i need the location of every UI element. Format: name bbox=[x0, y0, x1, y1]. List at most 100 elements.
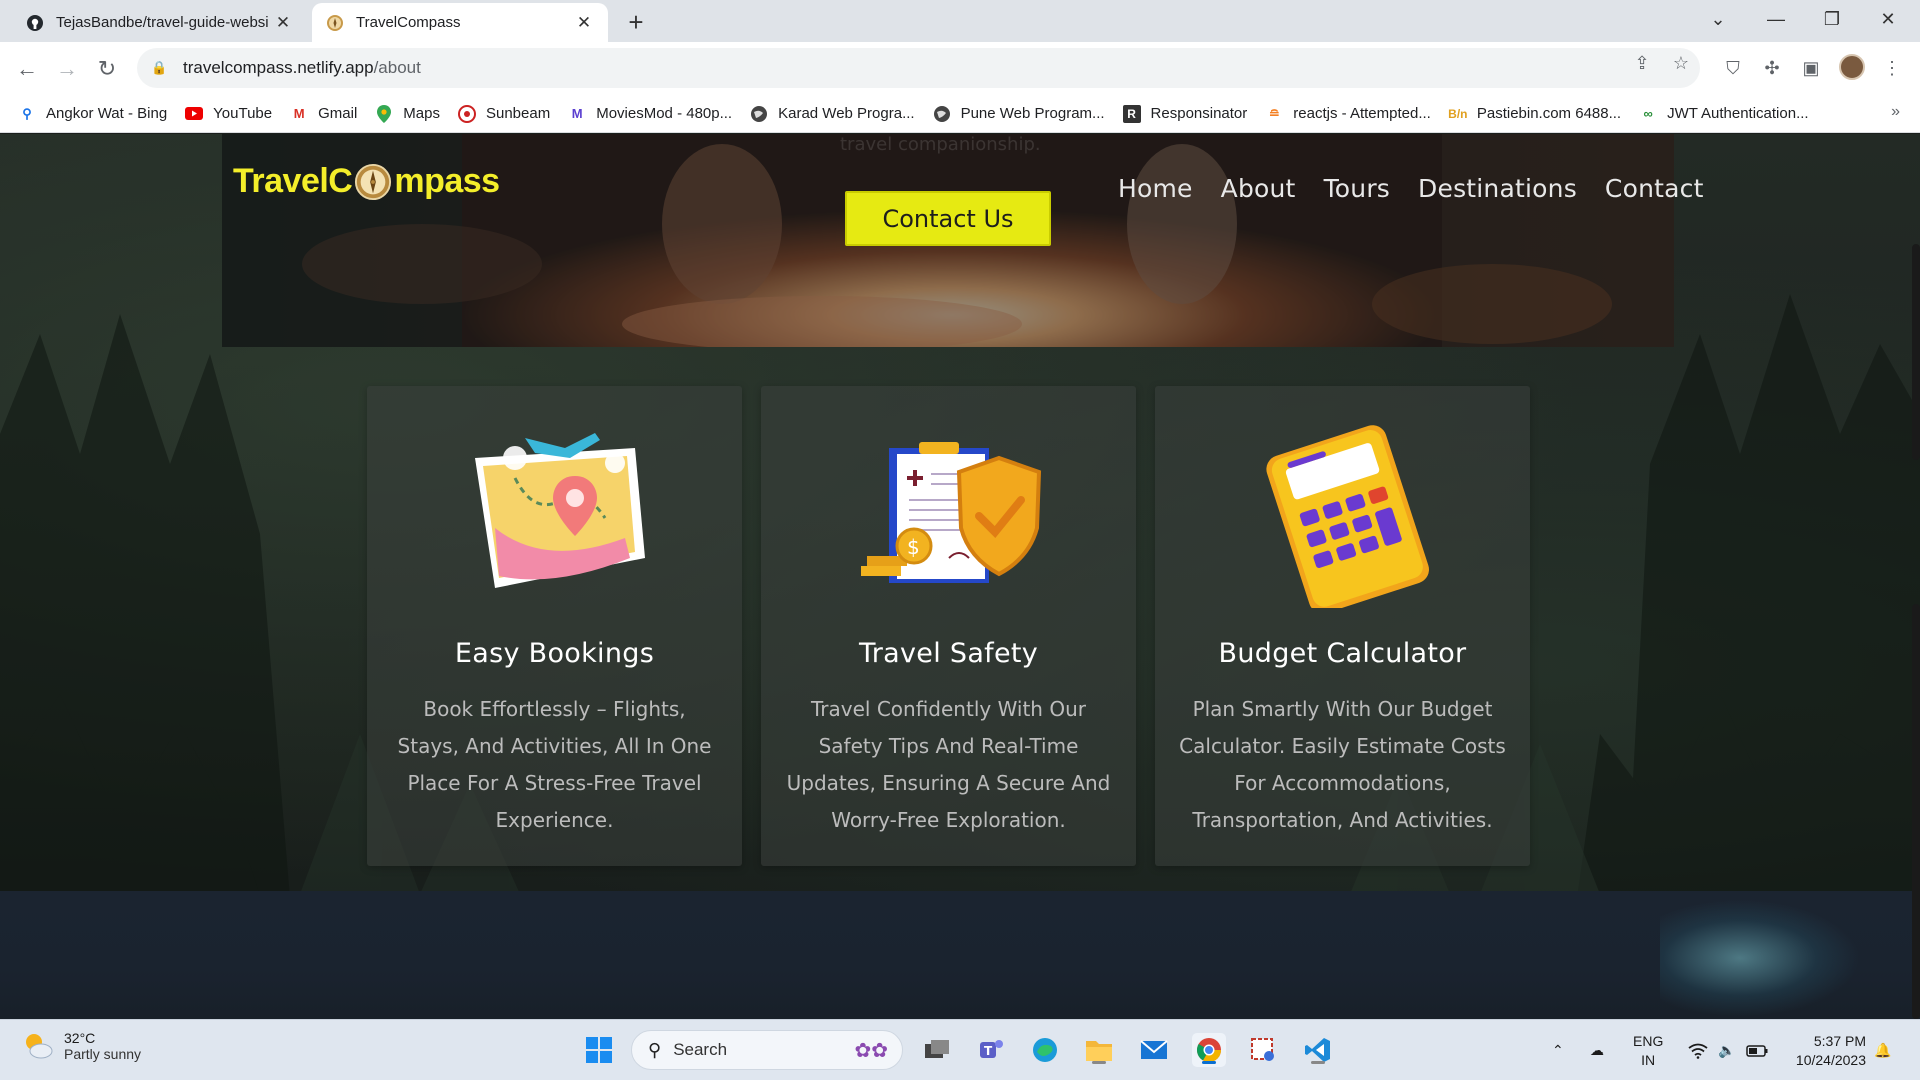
reload-icon[interactable]: ↻ bbox=[92, 54, 122, 84]
forward-arrow-icon[interactable]: → bbox=[52, 54, 82, 84]
bookmark-item[interactable]: R Responsinator bbox=[1122, 104, 1247, 123]
address-bar[interactable]: 🔒 travelcompass.netlify.app/about bbox=[137, 48, 1700, 88]
nav-destinations[interactable]: Destinations bbox=[1418, 174, 1577, 203]
mail-icon[interactable] bbox=[1137, 1033, 1171, 1067]
tab-title: TejasBandbe/travel-guide-websi bbox=[56, 14, 269, 31]
bookmarks-overflow-button[interactable]: » bbox=[1891, 103, 1900, 121]
windows-start-icon[interactable] bbox=[582, 1033, 616, 1067]
tab-github[interactable]: TejasBandbe/travel-guide-websi ✕ bbox=[12, 3, 307, 42]
minimize-icon[interactable]: — bbox=[1748, 0, 1804, 38]
menu-kebab-icon[interactable]: ⋮ bbox=[1880, 56, 1904, 80]
region-code: IN bbox=[1641, 1052, 1656, 1068]
wifi-icon[interactable] bbox=[1688, 1020, 1708, 1080]
weather-widget[interactable]: 32°C Partly sunny bbox=[22, 1030, 141, 1062]
feature-card-budget: Budget Calculator Plan Smartly With Our … bbox=[1155, 386, 1530, 866]
compass-favicon-icon bbox=[326, 14, 344, 32]
weather-temperature: 32°C bbox=[64, 1030, 96, 1046]
new-tab-button[interactable]: + bbox=[620, 6, 652, 38]
maps-icon bbox=[375, 104, 393, 123]
vscode-icon[interactable] bbox=[1301, 1033, 1335, 1067]
card-description: Plan Smartly With Our Budget Calculator.… bbox=[1179, 697, 1506, 832]
bookmark-item[interactable]: Maps bbox=[375, 104, 440, 123]
edge-browser-icon[interactable] bbox=[1028, 1033, 1062, 1067]
bookmark-item[interactable]: M Gmail bbox=[290, 105, 358, 123]
bookmark-star-icon[interactable]: ☆ bbox=[1670, 52, 1692, 74]
feature-card-safety: $ Travel Safety Travel Confidently With … bbox=[761, 386, 1136, 866]
input-language[interactable]: ENG IN bbox=[1633, 1032, 1663, 1070]
restore-icon[interactable]: ❐ bbox=[1804, 0, 1860, 38]
bookmark-item[interactable]: Sunbeam bbox=[457, 104, 550, 123]
running-indicator bbox=[1202, 1061, 1216, 1064]
onedrive-icon[interactable]: ☁ bbox=[1590, 1020, 1604, 1080]
tab-travelcompass[interactable]: TravelCompass ✕ bbox=[312, 3, 608, 42]
extensions-puzzle-icon[interactable]: ✣ bbox=[1760, 56, 1784, 80]
taskbar-search-label: Search bbox=[673, 1040, 728, 1059]
close-window-icon[interactable]: ✕ bbox=[1860, 0, 1916, 38]
bookmark-item[interactable]: Pune Web Program... bbox=[933, 105, 1105, 123]
logo-text-part2: mpass bbox=[394, 162, 500, 200]
site-navigation: Home About Tours Destinations Contact bbox=[1118, 174, 1732, 203]
bookmark-item[interactable]: ⚲ Angkor Wat - Bing bbox=[18, 105, 167, 123]
clock-time: 5:37 PM bbox=[1813, 1033, 1866, 1049]
nav-about[interactable]: About bbox=[1221, 174, 1296, 203]
water-splash bbox=[1660, 899, 1860, 1017]
bookmark-item[interactable]: ≘ reactjs - Attempted... bbox=[1265, 105, 1431, 123]
browser-toolbar: ← → ↻ 🔒 travelcompass.netlify.app/about … bbox=[0, 42, 1920, 95]
url-path: /about bbox=[373, 58, 421, 77]
site-logo[interactable]: TravelC mpass bbox=[233, 162, 500, 201]
calculator-icon bbox=[1243, 418, 1443, 608]
teams-icon[interactable]: T bbox=[974, 1033, 1008, 1067]
battery-icon[interactable] bbox=[1746, 1020, 1768, 1080]
svg-text:T: T bbox=[984, 1044, 993, 1058]
close-tab-icon[interactable]: ✕ bbox=[574, 13, 594, 33]
profile-avatar[interactable] bbox=[1839, 54, 1865, 80]
show-hidden-icons-chevron-icon[interactable]: ⌃ bbox=[1552, 1020, 1564, 1080]
volume-icon[interactable]: 🔈 bbox=[1718, 1020, 1735, 1080]
taskbar-search[interactable]: ⚲ Search ✿✿ bbox=[631, 1030, 903, 1070]
page-viewport: travel companionship. TravelC mpass Home… bbox=[0, 134, 1920, 1019]
card-title: Easy Bookings bbox=[454, 638, 655, 669]
close-tab-icon[interactable]: ✕ bbox=[273, 13, 293, 33]
bookmark-item[interactable]: B/n Pastiebin.com 6488... bbox=[1448, 105, 1621, 123]
page-scrollbar[interactable] bbox=[1910, 134, 1920, 1019]
snipping-tool-icon[interactable] bbox=[1246, 1033, 1280, 1067]
tab-search-chevron-icon[interactable]: ⌄ bbox=[1690, 0, 1746, 38]
bookmark-item[interactable]: YouTube bbox=[185, 105, 272, 123]
nav-home[interactable]: Home bbox=[1118, 174, 1193, 203]
compass-logo-icon bbox=[355, 163, 392, 200]
nav-tours[interactable]: Tours bbox=[1324, 174, 1390, 203]
task-view-icon[interactable] bbox=[920, 1033, 954, 1067]
side-panel-icon[interactable]: ▣ bbox=[1799, 56, 1823, 80]
github-icon bbox=[26, 14, 44, 32]
back-arrow-icon[interactable]: ← bbox=[12, 54, 42, 84]
sunbeam-icon bbox=[457, 104, 476, 123]
system-clock[interactable]: 5:37 PM 10/24/2023 bbox=[1796, 1032, 1866, 1070]
contact-us-button[interactable]: Contact Us bbox=[845, 191, 1051, 246]
svg-text:$: $ bbox=[907, 535, 920, 559]
running-indicator bbox=[1092, 1061, 1106, 1064]
youtube-icon bbox=[185, 105, 204, 123]
bookmark-item[interactable]: M MoviesMod - 480p... bbox=[568, 105, 732, 123]
globe-icon bbox=[933, 105, 951, 123]
lock-icon: 🔒 bbox=[151, 60, 168, 75]
scrollbar-thumb-upper[interactable] bbox=[1912, 244, 1920, 460]
bookmark-item[interactable]: Karad Web Progra... bbox=[750, 105, 915, 123]
scrollbar-thumb-lower[interactable] bbox=[1912, 604, 1920, 1019]
shield-extension-icon[interactable]: ⛉ bbox=[1721, 56, 1745, 80]
lake-background bbox=[0, 891, 1920, 1019]
language-code: ENG bbox=[1633, 1033, 1664, 1049]
browser-tab-bar: TejasBandbe/travel-guide-websi ✕ TravelC… bbox=[0, 0, 1920, 42]
stackoverflow-icon: ≘ bbox=[1268, 105, 1280, 121]
running-indicator bbox=[1311, 1061, 1325, 1064]
bookmark-item[interactable]: ∞ JWT Authentication... bbox=[1639, 105, 1808, 123]
share-icon[interactable]: ⇪ bbox=[1631, 52, 1653, 74]
nav-contact[interactable]: Contact bbox=[1605, 174, 1704, 203]
notification-bell-icon[interactable]: 🔔 bbox=[1874, 1020, 1891, 1080]
safety-shield-icon: $ bbox=[849, 418, 1049, 608]
file-explorer-icon[interactable] bbox=[1082, 1033, 1116, 1067]
weather-description: Partly sunny bbox=[64, 1046, 142, 1062]
chrome-icon[interactable] bbox=[1192, 1033, 1226, 1067]
clock-date: 10/24/2023 bbox=[1795, 1052, 1866, 1068]
partly-sunny-icon bbox=[26, 1034, 53, 1059]
globe-icon bbox=[750, 105, 768, 123]
